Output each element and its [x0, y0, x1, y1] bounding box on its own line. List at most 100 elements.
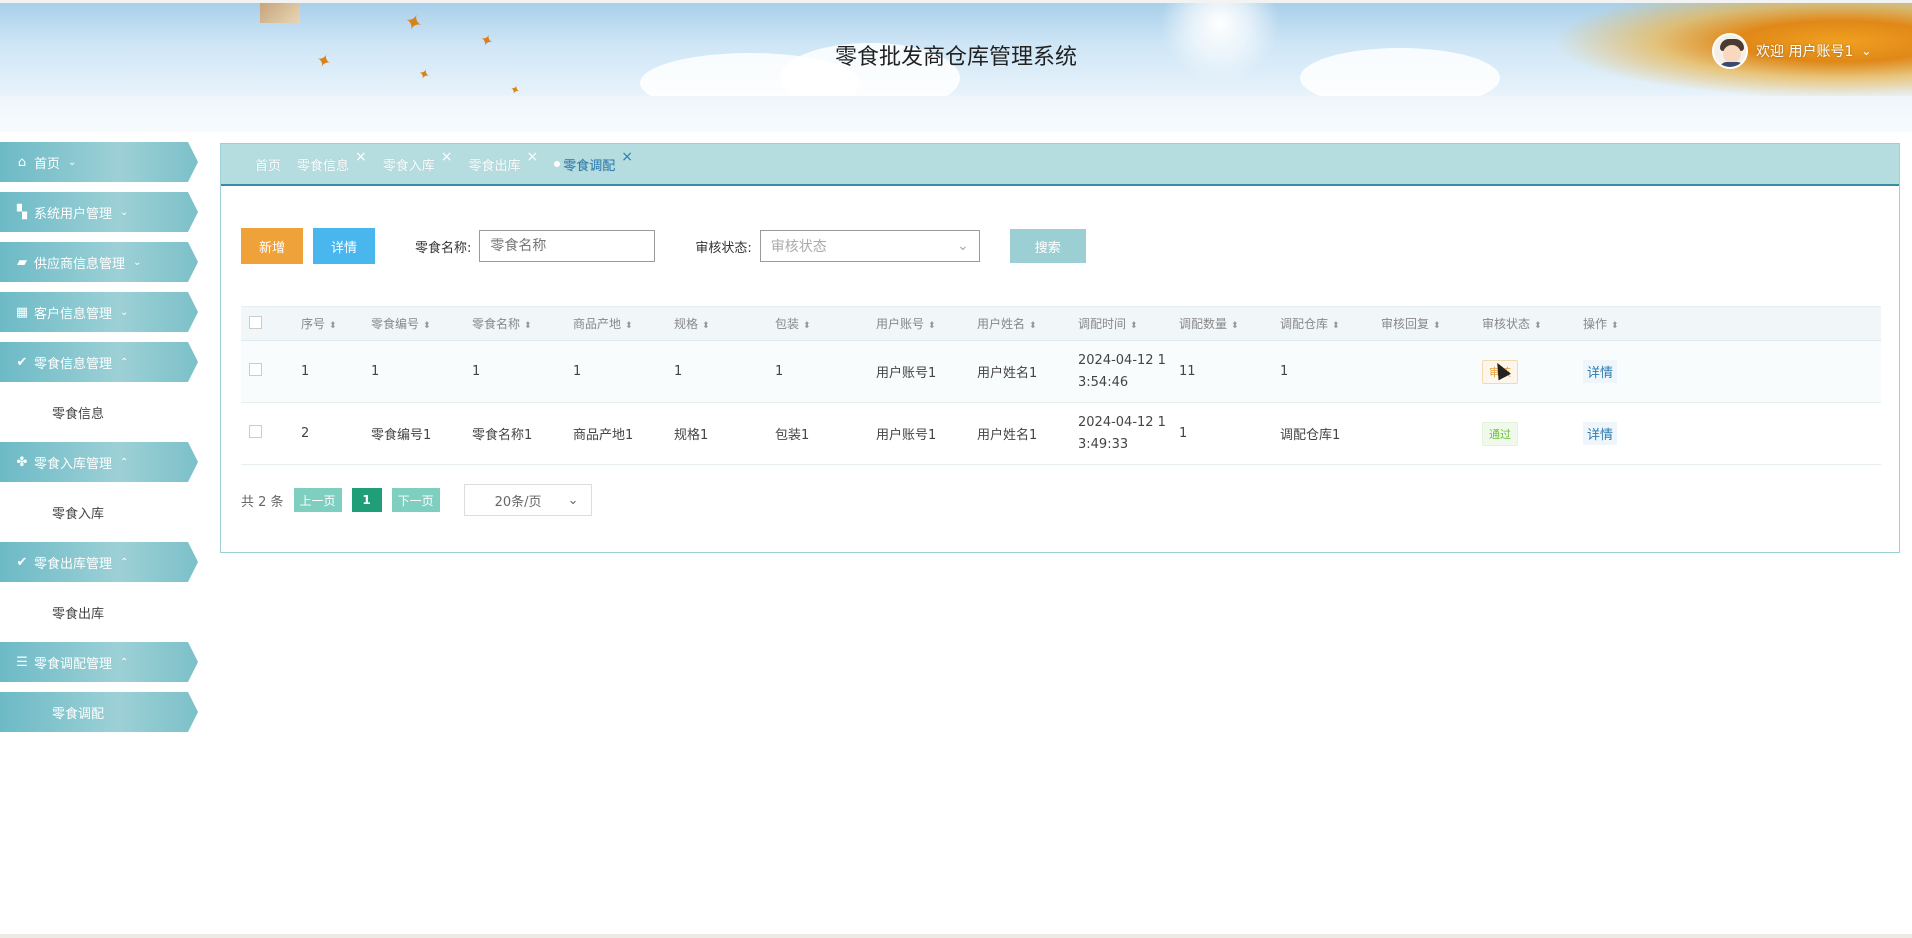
- dashboard-icon: ▦: [15, 304, 29, 320]
- column-header[interactable]: 操作 ⬍: [1583, 315, 1663, 332]
- table-row[interactable]: 1 1 1 1 1 1 用户账号1 用户姓名1 2024-04-12 1 3:54…: [241, 341, 1881, 403]
- user-menu[interactable]: 欢迎 用户账号1 ⌄: [1712, 33, 1871, 69]
- check-circle-icon: ✔: [16, 554, 28, 570]
- search-button[interactable]: 搜索: [1009, 229, 1086, 263]
- chevron-down-icon: ⌄: [133, 256, 142, 268]
- sidebar-item-customers[interactable]: ▦ 客户信息管理 ⌄: [0, 292, 198, 332]
- chevron-down-icon: ⌄: [957, 238, 969, 254]
- tab-label: 零食信息: [297, 158, 350, 174]
- header-subbar: [0, 96, 1912, 132]
- header-branch-decoration: [260, 3, 300, 23]
- cell-qty: 1: [1179, 426, 1188, 441]
- add-button[interactable]: 新增: [241, 228, 303, 264]
- next-page-button[interactable]: 下一页: [391, 488, 440, 512]
- column-header[interactable]: 用户姓名 ⬍: [977, 315, 1078, 332]
- sidebar-subitem-inbound[interactable]: 零食入库: [0, 492, 198, 532]
- cell-username: 用户姓名1: [977, 366, 1038, 381]
- sidebar-item-transfer-mgmt[interactable]: ☰ 零食调配管理 ⌃: [0, 642, 198, 682]
- column-header[interactable]: 调配数量 ⬍: [1179, 315, 1280, 332]
- tab-home[interactable]: 首页: [255, 155, 281, 174]
- column-header[interactable]: 零食名称 ⬍: [472, 315, 573, 332]
- tab-snack-outbound[interactable]: 零食出库 ×: [469, 149, 539, 174]
- leaf-icon: ✦: [400, 8, 427, 39]
- snack-name-input[interactable]: [479, 230, 656, 262]
- sidebar-subitem-snack-info[interactable]: 零食信息: [0, 392, 198, 432]
- sort-icon: ⬍: [1029, 321, 1037, 331]
- cell-name: 零食名称1: [472, 428, 533, 443]
- detail-button[interactable]: 详情: [313, 228, 375, 264]
- sidebar-item-home[interactable]: ⌂ 首页 ⌄: [0, 142, 198, 182]
- cell-code: 零食编号1: [371, 428, 432, 443]
- cell-account: 用户账号1: [876, 366, 937, 381]
- cell-seq: 2: [301, 426, 310, 441]
- sort-icon: ⬍: [702, 321, 710, 331]
- close-icon[interactable]: ×: [355, 149, 367, 165]
- column-header[interactable]: 审核回复 ⬍: [1381, 315, 1482, 332]
- column-header[interactable]: 商品产地 ⬍: [573, 315, 674, 332]
- sidebar-item-label: 零食入库管理: [34, 456, 113, 472]
- sort-icon: ⬍: [524, 321, 532, 331]
- cell-warehouse: 调配仓库1: [1280, 428, 1341, 443]
- sort-icon: ⬍: [1332, 321, 1340, 331]
- system-title: 零食批发商仓库管理系统: [834, 44, 1077, 69]
- sidebar-item-outbound-mgmt[interactable]: ✔ 零食出库管理 ⌃: [0, 542, 198, 582]
- sidebar-subitem-transfer[interactable]: 零食调配: [0, 692, 198, 732]
- total-count: 共 2 条: [241, 494, 284, 510]
- crop-icon: ▚: [17, 204, 27, 220]
- page-number-button[interactable]: 1: [351, 488, 382, 512]
- audit-status-select[interactable]: 审核状态 ⌄: [759, 230, 980, 262]
- column-header[interactable]: 序号 ⬍: [301, 315, 371, 332]
- column-header[interactable]: 规格 ⬍: [674, 315, 775, 332]
- prev-page-button[interactable]: 上一页: [293, 488, 342, 512]
- column-header[interactable]: 调配仓库 ⬍: [1280, 315, 1381, 332]
- sidebar-item-suppliers[interactable]: ▰ 供应商信息管理 ⌄: [0, 242, 198, 282]
- status-badge: 通过: [1482, 421, 1518, 446]
- cell-name: 1: [472, 364, 481, 379]
- row-detail-link[interactable]: 详情: [1583, 360, 1618, 383]
- sidebar-subitem-outbound[interactable]: 零食出库: [0, 592, 198, 632]
- column-header[interactable]: 用户账号 ⬍: [876, 315, 977, 332]
- row-checkbox[interactable]: [249, 363, 262, 376]
- chevron-down-icon[interactable]: ⌄: [1861, 44, 1871, 58]
- column-header[interactable]: 包装 ⬍: [775, 315, 876, 332]
- close-icon[interactable]: ×: [621, 149, 633, 165]
- sort-icon: ⬍: [928, 321, 936, 331]
- avatar[interactable]: [1712, 33, 1748, 69]
- row-detail-link[interactable]: 详情: [1583, 422, 1618, 445]
- data-table: 序号 ⬍ 零食编号 ⬍ 零食名称 ⬍ 商品产地 ⬍ 规格 ⬍ 包装 ⬍ 用户账号 ⬍ 用户姓名…: [241, 306, 1881, 465]
- select-all-checkbox[interactable]: [249, 315, 262, 329]
- check-circle-icon: ✔: [16, 354, 28, 370]
- table-row[interactable]: 2 零食编号1 零食名称1 商品产地1 规格1 包装1 用户账号1 用户姓名1 …: [241, 403, 1881, 465]
- tab-snack-inbound[interactable]: 零食入库 ×: [383, 149, 453, 174]
- chevron-up-icon: ⌃: [120, 656, 129, 668]
- tab-snack-info[interactable]: 零食信息 ×: [297, 149, 367, 174]
- tab-snack-transfer[interactable]: 零食调配 ×: [554, 149, 633, 174]
- column-header[interactable]: 零食编号 ⬍: [371, 315, 472, 332]
- close-icon[interactable]: ×: [527, 149, 539, 165]
- column-header[interactable]: 调配时间 ⬍: [1078, 315, 1179, 332]
- sidebar-item-inbound-mgmt[interactable]: ✤ 零食入库管理 ⌃: [0, 442, 198, 482]
- chevron-down-icon: ⌄: [120, 306, 129, 318]
- table-header: 序号 ⬍ 零食编号 ⬍ 零食名称 ⬍ 商品产地 ⬍ 规格 ⬍ 包装 ⬍ 用户账号 ⬍ 用户姓名…: [241, 307, 1881, 341]
- audit-status-placeholder: 审核状态: [770, 239, 827, 255]
- active-dot-icon: [554, 160, 561, 167]
- folder-icon: ▰: [17, 254, 27, 270]
- sidebar-item-system-users[interactable]: ▚ 系统用户管理 ⌄: [0, 192, 198, 232]
- sidebar-item-snack-info-mgmt[interactable]: ✔ 零食信息管理 ⌃: [0, 342, 198, 382]
- sidebar-item-label: 零食调配管理: [34, 656, 113, 672]
- chevron-down-icon: ⌄: [120, 206, 129, 218]
- home-icon: ⌂: [17, 154, 27, 170]
- close-icon[interactable]: ×: [441, 149, 453, 165]
- welcome-text[interactable]: 欢迎 用户账号1: [1756, 41, 1853, 61]
- cell-time: 2024-04-12 1 3:54:46: [1078, 352, 1166, 390]
- cell-qty: 11: [1179, 364, 1196, 379]
- page-size-value: 20条/页: [494, 494, 542, 510]
- row-checkbox[interactable]: [249, 425, 262, 438]
- top-header: ✦ ✦ ✦ ✦ ✦ 零食批发商仓库管理系统 欢迎 用户账号1 ⌄: [0, 0, 1912, 96]
- column-header[interactable]: 审核状态 ⬍: [1482, 315, 1583, 332]
- page-size-select[interactable]: 20条/页 ⌄: [463, 484, 592, 516]
- chevron-up-icon: ⌃: [120, 556, 129, 568]
- sort-icon: ⬍: [803, 321, 811, 331]
- cell-account: 用户账号1: [876, 428, 937, 443]
- sidebar-item-label: 供应商信息管理: [34, 256, 126, 272]
